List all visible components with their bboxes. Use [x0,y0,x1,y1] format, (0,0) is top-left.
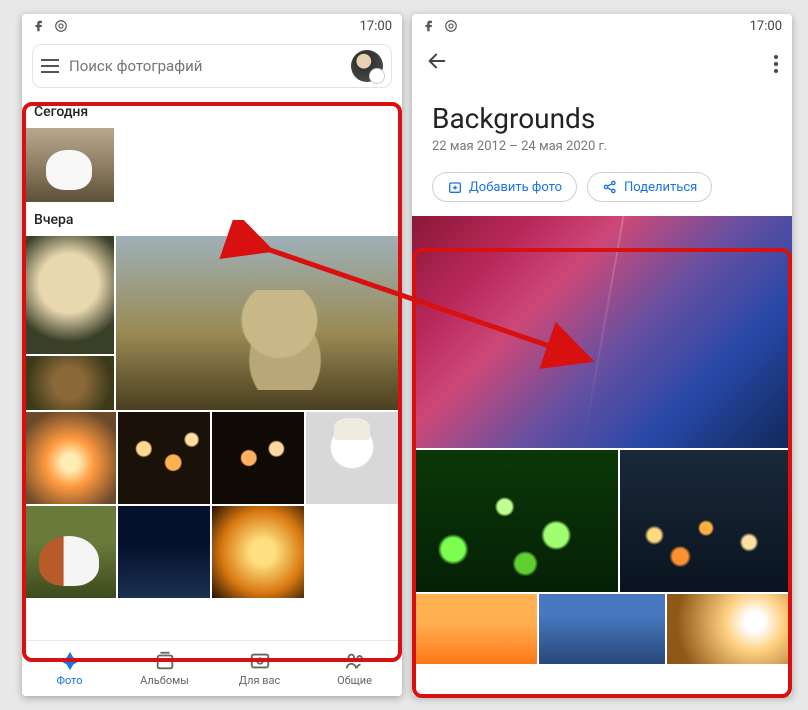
share-button[interactable]: Поделиться [587,172,712,202]
status-time: 17:00 [360,19,392,34]
photo-thumbnail[interactable] [412,216,792,448]
phone-screen-photos: 17:00 Сегодня Вчера [22,14,402,696]
album-title: Backgrounds [432,102,772,135]
shared-icon [344,650,366,672]
search-input[interactable] [69,57,341,75]
bottom-nav: Фото Альбомы Для вас Общие [22,640,402,696]
photo-thumbnail[interactable] [116,236,400,410]
search-bar[interactable] [32,44,392,88]
nav-label: Для вас [239,674,281,687]
chip-label: Добавить фото [469,180,562,195]
photo-feed: Сегодня Вчера [22,94,402,666]
photo-thumbnail[interactable] [212,506,304,598]
grid-yesterday-row1 [22,236,402,410]
album-topbar [412,38,792,90]
nav-foryou[interactable]: Для вас [212,641,307,696]
account-avatar[interactable] [351,50,383,82]
photo-thumbnail[interactable] [212,412,304,504]
more-menu-button[interactable] [774,55,778,73]
phone-screen-album: 17:00 Backgrounds 22 мая 2012 – 24 мая 2… [412,14,792,696]
album-actions: Добавить фото Поделиться [412,160,792,216]
status-bar: 17:00 [22,14,402,38]
photo-thumbnail[interactable] [24,412,116,504]
photo-thumbnail[interactable] [24,128,114,202]
status-time: 17:00 [750,19,782,34]
photo-thumbnail[interactable] [24,236,114,354]
facebook-icon [32,19,46,33]
album-row [412,594,792,664]
menu-icon[interactable] [41,59,59,73]
status-icons-left [422,19,458,33]
grid-yesterday-row3 [22,506,402,598]
photo-thumbnail[interactable] [24,356,114,410]
grid-col [24,236,114,410]
photo-thumbnail[interactable] [306,412,398,504]
photo-thumbnail[interactable] [539,594,664,664]
grid-yesterday-row2 [22,412,402,504]
share-icon [602,179,618,195]
album-header: Backgrounds 22 мая 2012 – 24 мая 2020 г. [412,90,792,160]
status-bar: 17:00 [412,14,792,38]
chrome-icon [54,19,68,33]
photo-thumbnail[interactable] [118,506,210,598]
section-header-yesterday: Вчера [22,202,402,236]
foryou-icon [249,650,271,672]
back-arrow-icon [426,50,448,72]
nav-label: Общие [337,674,372,687]
section-header-today: Сегодня [22,94,402,128]
nav-albums[interactable]: Альбомы [117,641,212,696]
photo-thumbnail[interactable] [412,450,618,592]
nav-shared[interactable]: Общие [307,641,402,696]
chip-label: Поделиться [624,180,697,195]
status-icons-left [32,19,68,33]
photo-thumbnail[interactable] [118,412,210,504]
nav-label: Альбомы [140,674,189,687]
back-button[interactable] [426,50,448,78]
albums-icon [154,650,176,672]
nav-photos[interactable]: Фото [22,641,117,696]
photo-thumbnail[interactable] [667,594,792,664]
facebook-icon [422,19,436,33]
add-photo-icon [447,179,463,195]
album-row [412,450,792,592]
photo-thumbnail[interactable] [24,506,116,598]
add-photos-button[interactable]: Добавить фото [432,172,577,202]
nav-label: Фото [57,674,83,687]
photos-icon [59,650,81,672]
photo-thumbnail[interactable] [412,594,537,664]
grid-empty-slot [306,506,398,598]
grid-today [22,128,402,202]
album-grid [412,216,792,664]
chrome-icon [444,19,458,33]
photo-thumbnail[interactable] [620,450,792,592]
album-date-range: 22 мая 2012 – 24 мая 2020 г. [432,139,772,154]
